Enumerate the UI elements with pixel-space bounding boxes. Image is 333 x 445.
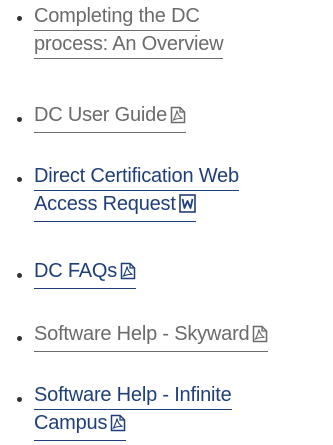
link-software-help-infinite-campus[interactable]: Software Help - Infinite Campus — [34, 382, 232, 441]
bullet-icon — [17, 16, 22, 21]
link-text: Direct Certification Web — [34, 163, 239, 191]
link-dc-faqs[interactable]: DC FAQs — [34, 258, 137, 289]
link-text: Campus — [34, 412, 108, 434]
link-completing-dc-overview[interactable]: Completing the DC process: An Overview — [34, 3, 224, 59]
link-text: process: An Overview — [34, 31, 224, 59]
pdf-icon — [120, 261, 136, 287]
link-software-help-skyward[interactable]: Software Help - Skyward — [34, 321, 269, 352]
link-text: DC User Guide — [34, 104, 167, 126]
bullet-icon — [17, 177, 22, 182]
bullet-icon — [17, 397, 22, 402]
link-text: Software Help - Infinite — [34, 382, 232, 410]
pdf-icon — [170, 105, 186, 131]
bullet-icon — [17, 336, 22, 341]
bullet-icon — [17, 273, 22, 278]
pdf-icon — [252, 324, 268, 350]
pdf-icon — [110, 413, 126, 439]
link-text: Access Request — [34, 193, 176, 215]
link-dc-web-access-request[interactable]: Direct Certification Web Access Request — [34, 163, 239, 222]
link-text: Completing the DC — [34, 3, 200, 31]
link-text: Software Help - Skyward — [34, 323, 250, 345]
link-dc-user-guide[interactable]: DC User Guide — [34, 102, 186, 133]
bullet-icon — [17, 117, 22, 122]
link-text: DC FAQs — [34, 260, 118, 282]
word-doc-icon — [178, 194, 196, 220]
